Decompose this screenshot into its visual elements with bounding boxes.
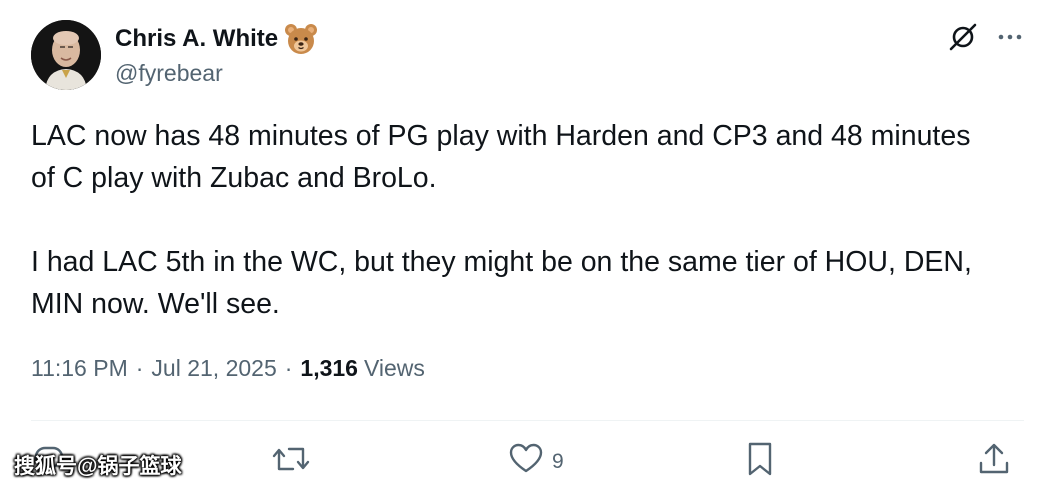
tweet-meta: 11:16 PM · Jul 21, 2025 · 1,316 Views bbox=[31, 355, 425, 382]
top-actions bbox=[948, 22, 1024, 52]
views-count: 1,316 bbox=[300, 355, 358, 381]
retweet-button[interactable] bbox=[271, 440, 311, 484]
action-bar: 9 bbox=[31, 440, 1024, 484]
author-name-row: Chris A. White bbox=[115, 22, 318, 56]
share-button[interactable] bbox=[976, 440, 1012, 484]
reply-icon bbox=[31, 441, 67, 483]
like-icon bbox=[508, 441, 544, 483]
bookmark-icon bbox=[743, 440, 777, 484]
bear-face-icon bbox=[284, 22, 318, 56]
views-label: Views bbox=[363, 355, 425, 381]
tweet-card: Chris A. White @fyrebear LAC now has 48 … bbox=[0, 0, 1048, 487]
meta-separator: · bbox=[284, 355, 293, 381]
avatar[interactable] bbox=[31, 20, 101, 90]
avatar-photo bbox=[31, 20, 101, 90]
tweet-text: LAC now has 48 minutes of PG play with H… bbox=[31, 120, 972, 320]
meta-separator: · bbox=[135, 355, 144, 381]
author-display-name[interactable]: Chris A. White bbox=[115, 25, 278, 53]
author-handle[interactable]: @fyrebear bbox=[115, 60, 223, 87]
tweet-time[interactable]: 11:16 PM bbox=[31, 355, 128, 382]
bookmark-button[interactable] bbox=[743, 440, 777, 484]
retweet-icon bbox=[271, 441, 311, 483]
divider bbox=[31, 420, 1024, 421]
like-count: 9 bbox=[552, 450, 564, 473]
like-button[interactable]: 9 bbox=[508, 440, 564, 484]
more-icon[interactable] bbox=[996, 23, 1024, 51]
tweet-date[interactable]: Jul 21, 2025 bbox=[151, 355, 276, 382]
reply-button[interactable] bbox=[31, 440, 67, 484]
share-icon bbox=[976, 441, 1012, 483]
grok-icon[interactable] bbox=[948, 22, 978, 52]
